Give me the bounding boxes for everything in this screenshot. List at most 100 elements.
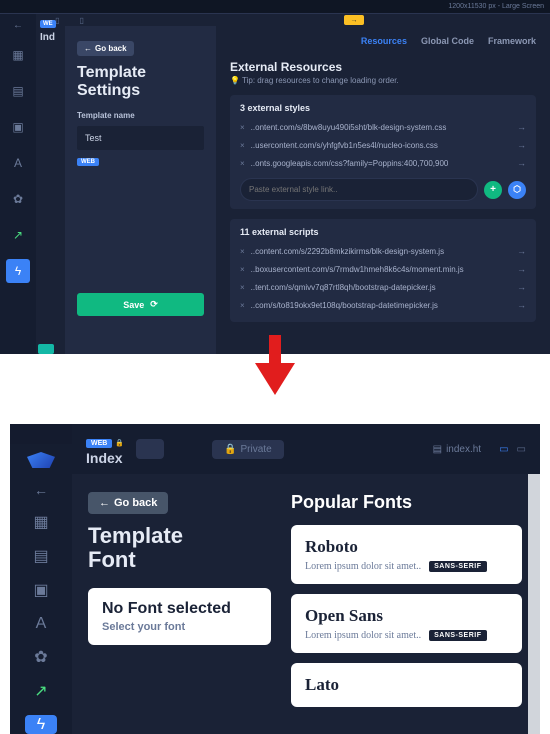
add-button[interactable]: +	[484, 181, 502, 199]
script-row[interactable]: × ..tent.com/s/qmivv7q87rtl8qh/bootstrap-…	[230, 278, 536, 296]
tab-resources[interactable]: Resources	[361, 36, 407, 46]
gear-icon[interactable]: ✿	[6, 187, 30, 211]
font-name: Roboto	[305, 537, 508, 557]
close-icon[interactable]: ×	[240, 265, 245, 274]
go-back-button[interactable]: ← Go back	[88, 492, 168, 514]
no-font-sub: Select your font	[102, 621, 257, 633]
save-button[interactable]: Save ⟳	[77, 293, 204, 316]
panel-title: TemplateSettings	[77, 64, 204, 101]
external-resources-tip: 💡 Tip: drag resources to change loading …	[230, 76, 536, 85]
template-font-panel: ← Go back TemplateFont No Font selected …	[72, 474, 287, 734]
pill-state[interactable]	[136, 439, 164, 459]
save-label: Save	[123, 300, 144, 310]
device-presets-bar: ▭ ▭ ▯ ▯ →	[0, 14, 550, 26]
image-icon[interactable]: ▣	[25, 580, 57, 600]
dropbox-button[interactable]: ⬡	[508, 181, 526, 199]
tab-framework[interactable]: Framework	[488, 36, 536, 46]
no-font-card[interactable]: No Font selected Select your font	[88, 588, 271, 645]
doc-title: Ind	[40, 32, 64, 43]
screen-bottom: 1388x11530 p WEB🔒 Index 🔒Private ▤index.…	[10, 424, 540, 734]
nav-rail: ← ▦ ▤ ▣ A ✿ ↗ ϟ	[10, 444, 72, 734]
dropbox-icon: ⬡	[513, 184, 521, 195]
refresh-icon: ⟳	[150, 299, 158, 310]
grid-icon[interactable]: ▦	[25, 512, 57, 532]
style-url: ..onts.googleapis.com/css?family=Poppins…	[251, 159, 511, 168]
lock-icon: 🔒	[115, 440, 124, 447]
paste-row: + ⬡	[230, 172, 536, 201]
mobile-icon[interactable]: ▯	[80, 16, 84, 25]
scripts-box: 11 external scripts × ..content.com/s/229…	[230, 219, 536, 322]
font-tag: SANS-SERIF	[429, 561, 486, 572]
template-name-label: Template name	[77, 111, 204, 120]
arrow-right-icon[interactable]: →	[517, 158, 526, 168]
font-card[interactable]: Lato	[291, 663, 522, 707]
text-icon[interactable]: A	[25, 614, 57, 633]
font-card[interactable]: Open Sans Lorem ipsum dolor sit amet.. S…	[291, 594, 522, 653]
font-meta: Lorem ipsum dolor sit amet.. SANS-SERIF	[305, 630, 508, 641]
status-bar: 1200x11530 px - Large Screen	[0, 0, 550, 14]
fonts-list-panel: Popular Fonts Roboto Lorem ipsum dolor s…	[287, 474, 540, 734]
screen-top: 1200x11530 px - Large Screen ▭ ▭ ▯ ▯ → ←…	[0, 0, 550, 354]
document-header: WEB🔒 Index 🔒Private ▤index.ht ▭ ▭	[72, 424, 540, 474]
panel-title: TemplateFont	[88, 524, 271, 572]
web-badge: WEB	[86, 439, 112, 448]
transition-arrow	[255, 335, 295, 400]
file-indicator[interactable]: ▤index.ht	[433, 444, 481, 455]
close-icon[interactable]: ×	[240, 283, 245, 292]
go-back-button[interactable]: ← Go back	[77, 41, 134, 56]
main-content: ← Go back TemplateFont No Font selected …	[72, 474, 540, 734]
arrow-right-icon[interactable]: →	[517, 122, 526, 132]
bolt-icon[interactable]: ϟ	[25, 715, 57, 734]
popular-fonts-title: Popular Fonts	[291, 492, 522, 513]
share-icon[interactable]: ↗	[25, 681, 57, 701]
logo[interactable]	[27, 452, 55, 468]
share-icon[interactable]: ↗	[6, 223, 30, 247]
publish-button[interactable]: →	[344, 15, 364, 25]
document-icon: ▤	[433, 444, 442, 455]
arrow-right-icon[interactable]: →	[517, 246, 526, 256]
script-row[interactable]: × ..com/s/to819okx9et108q/bootstrap-datet…	[230, 296, 536, 314]
bolt-icon[interactable]: ϟ	[6, 259, 30, 283]
close-icon[interactable]: ×	[240, 247, 245, 256]
script-url: ..boxusercontent.com/s/7rmdw1hmeh8k6c4s/…	[251, 265, 511, 274]
arrow-left-icon[interactable]: ←	[13, 20, 23, 31]
close-icon[interactable]: ×	[240, 301, 245, 310]
privacy-pill[interactable]: 🔒Private	[212, 440, 284, 459]
arrow-right-icon[interactable]: →	[517, 282, 526, 292]
document-icon[interactable]: ▤	[25, 546, 57, 566]
script-row[interactable]: × ..content.com/s/2292b8mkzikirms/blk-des…	[230, 242, 536, 260]
external-resources-title: External Resources	[230, 60, 536, 74]
style-row[interactable]: ×..ontent.com/s/8bw8uyu490i5sht/blk-desi…	[230, 118, 536, 136]
font-preview: Lorem ipsum dolor sit amet..	[305, 561, 421, 572]
grid-icon[interactable]: ▦	[6, 43, 30, 67]
document-icon[interactable]: ▤	[6, 79, 30, 103]
doc-badges: WEB🔒 Index	[86, 432, 124, 466]
teal-handle[interactable]	[38, 344, 54, 354]
image-icon[interactable]: ▣	[6, 115, 30, 139]
font-card[interactable]: Roboto Lorem ipsum dolor sit amet.. SANS…	[291, 525, 522, 584]
close-icon[interactable]: ×	[240, 141, 245, 150]
tab-global-code[interactable]: Global Code	[421, 36, 474, 46]
close-icon[interactable]: ×	[240, 159, 245, 168]
script-url: ..tent.com/s/qmivv7q87rtl8qh/bootstrap-d…	[251, 283, 511, 292]
web-badge: WE	[40, 20, 56, 28]
style-row[interactable]: ×..usercontent.com/s/yhfgfvb1n5es4l/nucl…	[230, 136, 536, 154]
tablet-icon[interactable]: ▭	[517, 444, 526, 455]
paste-style-input[interactable]	[240, 178, 478, 201]
arrow-right-icon[interactable]: →	[517, 264, 526, 274]
style-row[interactable]: × ..onts.googleapis.com/css?family=Poppin…	[230, 154, 536, 172]
scripts-header: 11 external scripts	[230, 227, 536, 242]
close-icon[interactable]: ×	[240, 123, 245, 132]
font-name: Open Sans	[305, 606, 508, 626]
script-row[interactable]: × ..boxusercontent.com/s/7rmdw1hmeh8k6c4s…	[230, 260, 536, 278]
tabs: Resources Global Code Framework	[230, 36, 536, 46]
desktop-icon[interactable]: ▭	[499, 444, 508, 455]
text-icon[interactable]: A	[6, 151, 30, 175]
arrow-right-icon[interactable]: →	[517, 140, 526, 150]
arrow-right-icon[interactable]: →	[517, 300, 526, 310]
script-url: ..content.com/s/2292b8mkzikirms/blk-desi…	[251, 247, 511, 256]
script-url: ..com/s/to819okx9et108q/bootstrap-dateti…	[251, 301, 511, 310]
arrow-left-icon[interactable]: ←	[34, 482, 48, 498]
gear-icon[interactable]: ✿	[25, 647, 57, 667]
template-name-input[interactable]	[77, 126, 204, 150]
